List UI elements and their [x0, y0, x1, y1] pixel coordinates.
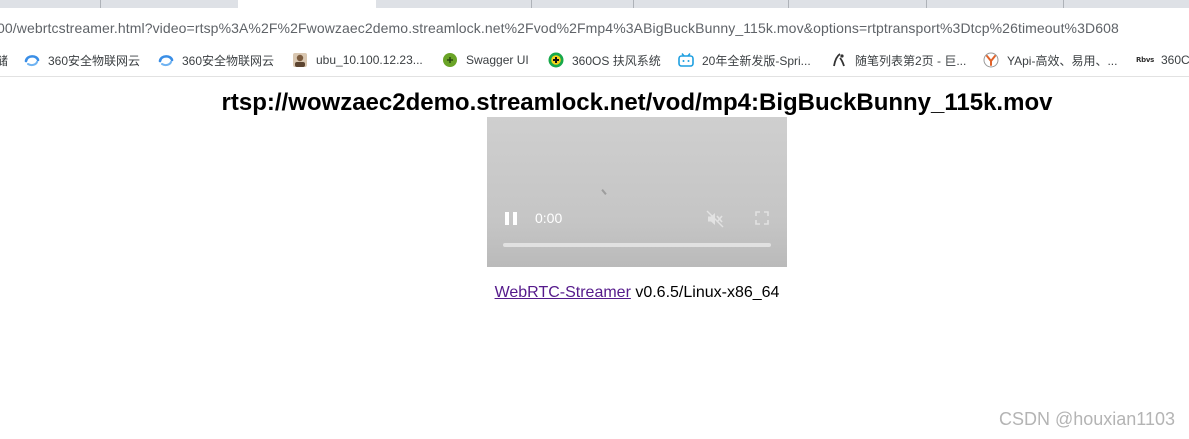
bookmark-item[interactable]: 20年全新发版-Spri...: [678, 44, 811, 76]
pause-icon: [505, 212, 509, 225]
bookmark-item[interactable]: 360安全物联网云: [24, 44, 140, 76]
tab-strip: [0, 0, 1189, 8]
swagger-icon: [442, 52, 458, 68]
bookmark-label: 360OS 扶风系统: [572, 53, 661, 68]
bookmark-label: ubu_10.100.12.23...: [316, 53, 423, 67]
bookmark-label: 360安全物联网云: [182, 53, 275, 68]
360-icon: [24, 52, 40, 68]
bookmark-item[interactable]: ubu_10.100.12.23...: [292, 44, 423, 76]
bookmark-label: Swagger UI: [466, 53, 529, 67]
tab-separator: [788, 0, 789, 8]
active-tab[interactable]: [238, 0, 376, 8]
360-icon: [158, 52, 174, 68]
bookmark-label: YApi-高效、易用、...: [1007, 53, 1118, 68]
webrtc-streamer-link[interactable]: WebRTC-Streamer: [495, 284, 631, 301]
footer: WebRTC-Streamer v0.6.5/Linux-x86_64: [0, 284, 1189, 302]
bookmark-label: 20年全新发版-Spri...: [702, 53, 811, 68]
bilibili-icon: [678, 52, 694, 68]
bookmark-item[interactable]: Swagger UI: [442, 44, 529, 76]
version-text: v0.6.5/Linux-x86_64: [630, 284, 780, 301]
address-bar[interactable]: 00/webrtcstreamer.html?video=rtsp%3A%2F%…: [0, 8, 1189, 44]
mute-button[interactable]: [706, 210, 724, 233]
bookmark-item[interactable]: 360OS 扶风系统: [548, 44, 661, 76]
tab-separator: [531, 0, 532, 8]
cnblogs-icon: [831, 52, 847, 68]
avatar-icon: [292, 52, 308, 68]
seek-bar[interactable]: [503, 243, 771, 247]
bookmark-item[interactable]: YApi-高效、易用、...: [983, 44, 1117, 76]
watermark: CSDN @houxian1103: [998, 409, 1175, 429]
tab-separator: [100, 0, 101, 8]
muted-speaker-icon: [706, 210, 724, 228]
360os-icon: [548, 52, 564, 68]
bookmark-item[interactable]: 360安全物联网云: [158, 44, 274, 76]
fullscreen-icon: [755, 211, 769, 225]
fullscreen-button[interactable]: [754, 210, 770, 231]
video-time: 0:00: [535, 210, 563, 226]
url-text[interactable]: 00/webrtcstreamer.html?video=rtsp%3A%2F%…: [0, 20, 1119, 36]
bookmark-label: 储: [0, 53, 9, 68]
page-title: rtsp://wowzaec2demo.streamlock.net/vod/m…: [221, 89, 1053, 116]
text-icon: Rbvs: [1136, 56, 1154, 64]
tab-separator: [926, 0, 927, 8]
bookmark-item[interactable]: Rbvs 360C: [1136, 44, 1189, 76]
bookmark-label: 随笔列表第2页 - 巨...: [855, 53, 967, 68]
tab-separator: [633, 0, 634, 8]
bookmark-item[interactable]: 随笔列表第2页 - 巨...: [831, 44, 966, 76]
pause-icon: [513, 212, 517, 225]
bookmark-label: 360C: [1161, 53, 1189, 67]
pause-button[interactable]: [505, 212, 517, 226]
yapi-icon: [983, 52, 999, 68]
tab-separator: [1063, 0, 1064, 8]
bookmarks-bar: 储 360安全物联网云 360安全物联网云 ubu_10.100.12.23..…: [0, 44, 1189, 77]
bookmark-item[interactable]: 储: [0, 44, 8, 76]
bookmark-label: 360安全物联网云: [48, 53, 141, 68]
